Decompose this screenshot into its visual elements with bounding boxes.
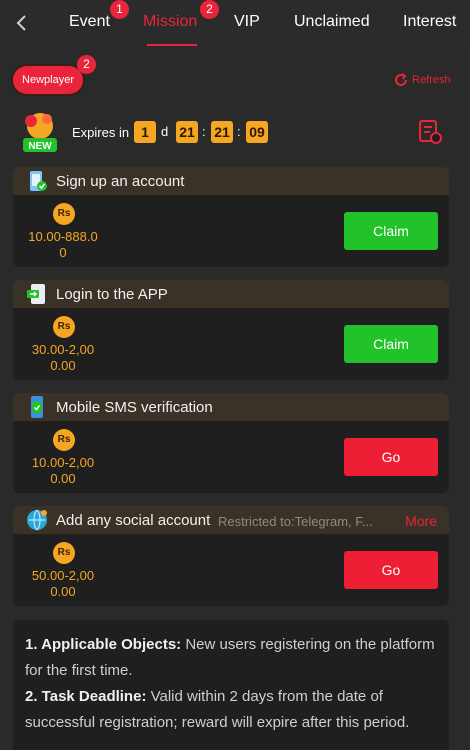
task-card: Mobile SMS verification Rs 10.00-2,00 0.… [13, 393, 449, 493]
task-header: Mobile SMS verification [13, 393, 449, 421]
back-button[interactable] [12, 10, 32, 36]
go-button[interactable]: Go [344, 438, 438, 476]
new-gift-icon: NEW [17, 110, 63, 154]
rules-panel: 1. Applicable Objects: New users registe… [13, 620, 449, 750]
expires-days: 1 [134, 121, 156, 143]
expires-minutes: 21 [211, 121, 233, 143]
task-title: Mobile SMS verification [56, 399, 213, 416]
social-globe-icon [25, 508, 49, 532]
svg-text:NEW: NEW [28, 141, 52, 152]
rule-item: 2. Task Deadline: Valid within 2 days fr… [25, 688, 410, 731]
task-card: Sign up an account Rs 10.00-888.0 0 Clai… [13, 167, 449, 267]
task-card: Add any social account Restricted to:Tel… [13, 506, 449, 606]
expires-days-unit: d [161, 124, 169, 139]
newplayer-filter-button[interactable]: Newplayer [13, 66, 83, 94]
tab-interest[interactable]: Interest [403, 13, 456, 31]
task-restriction: Restricted to:Telegram, F... [218, 514, 373, 529]
rules-document-icon[interactable] [418, 119, 442, 145]
sms-shield-icon [25, 395, 49, 419]
task-title: Sign up an account [56, 173, 185, 190]
tab-mission[interactable]: Mission [143, 13, 197, 31]
tab-event[interactable]: Event [69, 13, 110, 31]
refresh-icon [395, 73, 407, 86]
refresh-button[interactable]: Refresh [392, 71, 451, 89]
reward-amount: 50.00-2,00 0.00 [31, 568, 95, 599]
refresh-label: Refresh [412, 74, 451, 86]
newplayer-badge: 2 [77, 55, 96, 74]
task-header: Add any social account Restricted to:Tel… [13, 506, 449, 534]
tab-mission-badge: 2 [200, 0, 219, 19]
reward-amount: 30.00-2,00 0.00 [31, 342, 95, 373]
rule-item: 1. Applicable Objects: New users registe… [25, 636, 435, 679]
tab-vip[interactable]: VIP [234, 13, 260, 31]
chevron-left-icon [16, 15, 26, 31]
time-separator: : [237, 124, 241, 139]
expires-hours: 21 [176, 121, 198, 143]
reward-amount: 10.00-888.0 0 [28, 229, 98, 260]
task-header: Login to the APP [13, 280, 449, 308]
more-link[interactable]: More [405, 513, 437, 529]
tab-event-badge: 1 [110, 0, 129, 19]
time-separator: : [202, 124, 206, 139]
phone-check-icon [25, 169, 49, 193]
task-card: Login to the APP Rs 30.00-2,00 0.00 Clai… [13, 280, 449, 380]
tab-unclaimed[interactable]: Unclaimed [294, 13, 370, 31]
expires-seconds: 09 [246, 121, 268, 143]
top-nav: Event 1 Mission 2 VIP Unclaimed Interest [0, 0, 470, 46]
claim-button[interactable]: Claim [344, 325, 438, 363]
go-button[interactable]: Go [344, 551, 438, 589]
expires-label: Expires in [72, 125, 130, 140]
claim-button[interactable]: Claim [344, 212, 438, 250]
rupee-coin-icon: Rs [53, 316, 75, 338]
task-title: Login to the APP [56, 286, 168, 303]
rupee-coin-icon: Rs [53, 203, 75, 225]
active-tab-indicator [147, 44, 197, 46]
reward-amount: 10.00-2,00 0.00 [31, 455, 95, 486]
task-title: Add any social account [56, 512, 211, 529]
rupee-coin-icon: Rs [53, 542, 75, 564]
app-login-icon [25, 282, 49, 306]
task-header: Sign up an account [13, 167, 449, 195]
rupee-coin-icon: Rs [53, 429, 75, 451]
